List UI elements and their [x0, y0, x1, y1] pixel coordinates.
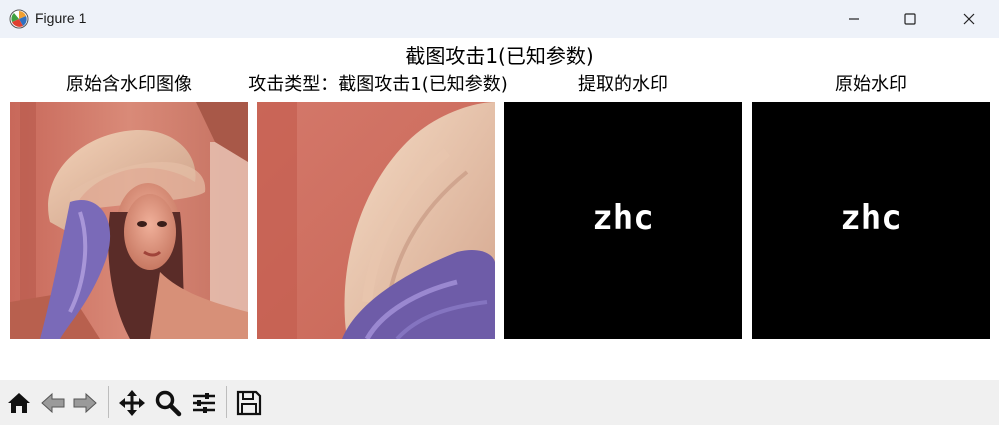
panel-title-original-watermark: 原始水印: [835, 74, 907, 95]
close-button[interactable]: [938, 0, 999, 38]
window-titlebar: Figure 1: [0, 0, 999, 38]
close-icon: [963, 13, 974, 25]
extracted-watermark-text: zhc: [592, 198, 654, 238]
zoom-magnifier-icon: [155, 390, 182, 417]
minimize-button[interactable]: [823, 0, 884, 38]
zoom-button[interactable]: [153, 388, 183, 418]
minimize-icon: [848, 18, 859, 20]
save-button[interactable]: [234, 388, 264, 418]
original-watermark-text: zhc: [840, 198, 902, 238]
pan-move-icon: [119, 390, 145, 416]
panel-title-original-watermarked: 原始含水印图像: [66, 74, 192, 95]
toolbar-separator: [226, 386, 227, 418]
pan-button[interactable]: [117, 388, 147, 418]
back-button[interactable]: [38, 388, 68, 418]
window-title: Figure 1: [35, 10, 87, 26]
configure-subplots-icon: [193, 393, 215, 413]
save-floppy-icon: [236, 390, 262, 416]
maximize-button[interactable]: [879, 0, 940, 38]
figure-suptitle: 截图攻击1(已知参数): [405, 44, 594, 68]
forward-button[interactable]: [70, 388, 100, 418]
home-button[interactable]: [4, 388, 34, 418]
configure-subplots-button[interactable]: [189, 388, 219, 418]
forward-arrow-icon: [73, 392, 97, 414]
home-icon: [8, 393, 30, 413]
maximize-icon: [903, 13, 916, 25]
watermarked-portrait-image: [10, 102, 248, 339]
attacked-image-panel[interactable]: [257, 102, 495, 339]
matplotlib-app-icon: [9, 9, 29, 29]
attacked-cropped-image: [257, 102, 495, 339]
original-watermark-panel[interactable]: zhc: [752, 102, 990, 339]
extracted-watermark-panel[interactable]: zhc: [504, 102, 742, 339]
back-arrow-icon: [41, 392, 65, 414]
toolbar-separator: [108, 386, 109, 418]
panel-title-attack-type: 攻击类型：截图攻击1(已知参数): [248, 74, 508, 95]
watermarked-image-panel[interactable]: [10, 102, 248, 339]
panel-title-extracted-watermark: 提取的水印: [578, 74, 668, 95]
figure-canvas[interactable]: 截图攻击1(已知参数) 原始含水印图像 攻击类型：截图攻击1(已知参数) 提取的…: [0, 38, 999, 380]
navigation-toolbar: [0, 380, 999, 425]
